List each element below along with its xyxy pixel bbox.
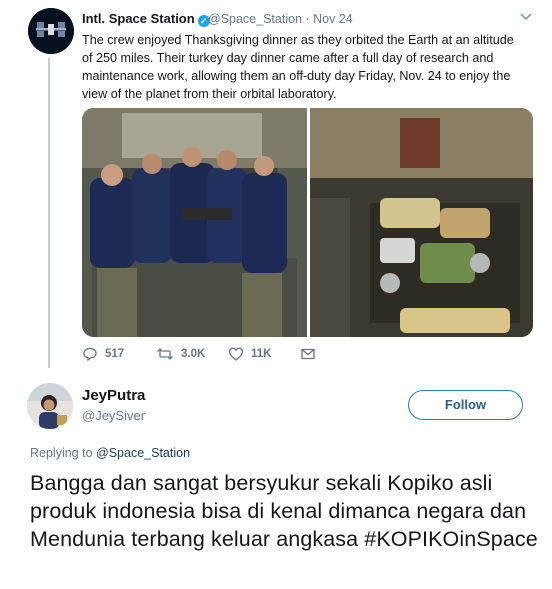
tweet-photo-dinner[interactable] xyxy=(310,108,533,337)
retweet-icon[interactable] xyxy=(156,346,174,362)
tweet-photo-crew[interactable] xyxy=(82,108,307,337)
replying-prefix: Replying to xyxy=(30,446,93,460)
reply-text: Bangga dan sangat bersyukur sekali Kopik… xyxy=(30,471,538,551)
chevron-down-icon[interactable] xyxy=(518,8,534,24)
like-icon[interactable] xyxy=(228,346,244,362)
message-icon[interactable] xyxy=(300,346,316,362)
thread-line xyxy=(48,58,50,368)
reply-count: 517 xyxy=(105,348,125,360)
author-name[interactable]: Intl. Space Station xyxy=(82,11,195,26)
meta-separator: · xyxy=(305,12,310,26)
like-action[interactable]: 11K xyxy=(228,346,271,362)
follow-button[interactable]: Follow xyxy=(408,390,523,420)
retweet-count: 3.0K xyxy=(181,348,206,360)
replying-to: Replying to @Space_Station xyxy=(30,446,190,460)
reply-author-name[interactable]: JeyPutra xyxy=(82,387,145,404)
reply-icon[interactable] xyxy=(82,346,98,362)
replying-to-handle[interactable]: @Space_Station xyxy=(96,446,190,460)
space-station-avatar[interactable] xyxy=(28,8,74,54)
tweet-text: The crew enjoyed Thanksgiving dinner as … xyxy=(82,33,514,101)
author-handle[interactable]: @Space_Station xyxy=(208,12,302,26)
message-action[interactable] xyxy=(300,346,316,362)
tweet-author[interactable]: Intl. Space Station ✓ xyxy=(82,11,210,27)
retweet-action[interactable]: 3.0K xyxy=(156,346,205,362)
tweet-date[interactable]: Nov 24 xyxy=(313,12,353,26)
tweet-meta: @Space_Station · Nov 24 xyxy=(208,12,353,26)
reply-action[interactable]: 517 xyxy=(82,346,124,362)
tweet-actions: 517 3.0K 11K xyxy=(82,346,382,366)
like-count: 11K xyxy=(251,348,272,360)
jeyputra-avatar[interactable] xyxy=(27,383,73,429)
reply-author-handle[interactable]: @JeySiver xyxy=(82,408,145,423)
